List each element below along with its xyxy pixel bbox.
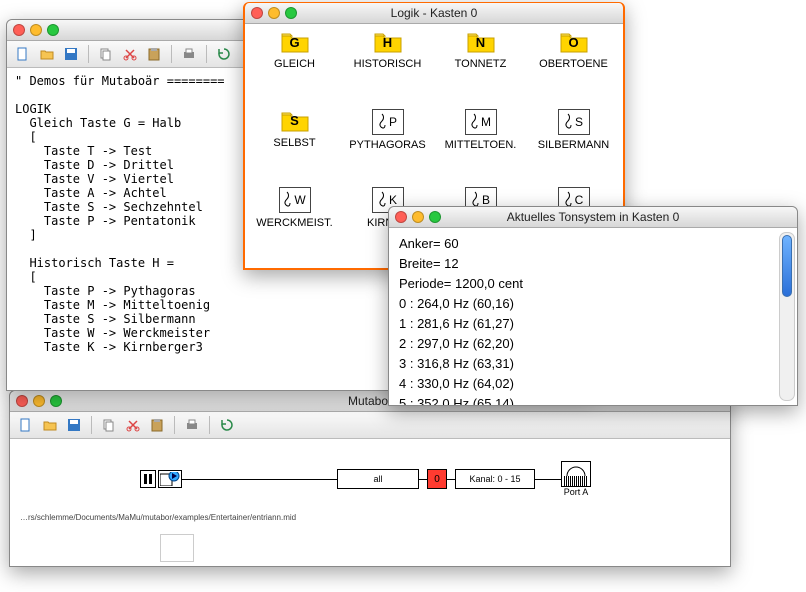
new-file-icon[interactable] (13, 44, 33, 64)
logik-item[interactable]: O OBERTOENE (528, 30, 619, 100)
logik-item[interactable]: M MITTELTOEN. (435, 109, 526, 179)
play-file-button[interactable] (158, 470, 182, 488)
zoom-icon[interactable] (285, 7, 297, 19)
minimize-icon[interactable] (268, 7, 280, 19)
toolbar (10, 412, 730, 439)
new-file-icon[interactable] (16, 415, 36, 435)
logik-item-label: TONNETZ (455, 58, 507, 70)
minimize-icon[interactable] (412, 211, 424, 223)
titlebar[interactable]: Aktuelles Tonsystem in Kasten 0 (389, 207, 797, 228)
print-icon[interactable] (182, 415, 202, 435)
tonsystem-line: 1 : 281,6 Hz (61,27) (399, 314, 787, 334)
empty-slot[interactable] (160, 534, 194, 562)
copy-icon[interactable] (96, 44, 116, 64)
logik-item-label: SILBERMANN (538, 139, 610, 151)
cut-icon[interactable] (123, 415, 143, 435)
mutabor-window: Mutabor all 0 Kanal: 0 - 15 (9, 390, 731, 567)
logik-item[interactable]: G GLEICH (249, 30, 340, 100)
logik-item-label: MITTELTOEN. (445, 139, 517, 151)
refresh-icon[interactable] (214, 44, 234, 64)
routing-diagram: all 0 Kanal: 0 - 15 Port A (10, 439, 730, 513)
folder-icon[interactable]: H (373, 30, 403, 54)
zoom-icon[interactable] (50, 395, 62, 407)
close-icon[interactable] (16, 395, 28, 407)
logik-item[interactable]: H HISTORISCH (342, 30, 433, 100)
tonsystem-line: 2 : 297,0 Hz (62,20) (399, 334, 787, 354)
folder-icon[interactable]: N (466, 30, 496, 54)
zoom-icon[interactable] (47, 24, 59, 36)
save-icon[interactable] (64, 415, 84, 435)
close-icon[interactable] (395, 211, 407, 223)
logik-item[interactable]: W WERCKMEIST. (249, 187, 340, 257)
open-folder-icon[interactable] (37, 44, 57, 64)
channel-node[interactable]: Kanal: 0 - 15 (455, 469, 535, 489)
filter-all-node[interactable]: all (337, 469, 419, 489)
tuning-icon[interactable]: S (558, 109, 590, 135)
folder-icon[interactable]: G (280, 30, 310, 54)
logik-item-label: GLEICH (274, 58, 315, 70)
tonsystem-line: Breite= 12 (399, 254, 787, 274)
folder-icon[interactable]: S (280, 109, 310, 133)
tonsystem-line: 4 : 330,0 Hz (64,02) (399, 374, 787, 394)
save-icon[interactable] (61, 44, 81, 64)
file-path-label: …rs/schlemme/Documents/MaMu/mutabor/exam… (10, 513, 730, 522)
copy-icon[interactable] (99, 415, 119, 435)
tonsystem-window: Aktuelles Tonsystem in Kasten 0 Anker= 6… (388, 206, 798, 406)
logik-item[interactable]: N TONNETZ (435, 30, 526, 100)
close-icon[interactable] (13, 24, 25, 36)
scrollbar[interactable] (779, 232, 795, 401)
logik-item-label: SELBST (273, 137, 315, 149)
refresh-icon[interactable] (217, 415, 237, 435)
midi-port-icon[interactable] (561, 461, 591, 487)
tonsystem-line: Periode= 1200,0 cent (399, 274, 787, 294)
open-folder-icon[interactable] (40, 415, 60, 435)
tonsystem-line: 0 : 264,0 Hz (60,16) (399, 294, 787, 314)
logik-item[interactable]: S SELBST (249, 109, 340, 179)
logik-item[interactable]: P PYTHAGORAS (342, 109, 433, 179)
paste-icon[interactable] (147, 415, 167, 435)
close-icon[interactable] (251, 7, 263, 19)
traffic-lights (13, 24, 59, 36)
zoom-icon[interactable] (429, 211, 441, 223)
cut-icon[interactable] (120, 44, 140, 64)
minimize-icon[interactable] (33, 395, 45, 407)
tuning-icon[interactable]: M (465, 109, 497, 135)
port-label: Port A (564, 487, 589, 497)
logik-item-label: WERCKMEIST. (256, 217, 332, 229)
tonsystem-body: Anker= 60Breite= 12Periode= 1200,0 cent … (389, 228, 797, 405)
scroll-thumb[interactable] (782, 235, 792, 297)
tonsystem-line: 3 : 316,8 Hz (63,31) (399, 354, 787, 374)
pause-button[interactable] (140, 470, 156, 488)
minimize-icon[interactable] (30, 24, 42, 36)
tuning-icon[interactable]: W (279, 187, 311, 213)
print-icon[interactable] (179, 44, 199, 64)
tonsystem-line: Anker= 60 (399, 234, 787, 254)
window-title: Logik - Kasten 0 (245, 6, 623, 20)
paste-icon[interactable] (144, 44, 164, 64)
logik-item-label: HISTORISCH (354, 58, 422, 70)
logik-item-label: OBERTOENE (539, 58, 608, 70)
tonsystem-line: 5 : 352,0 Hz (65,14) (399, 394, 787, 405)
window-title: Aktuelles Tonsystem in Kasten 0 (389, 210, 797, 224)
titlebar[interactable]: Logik - Kasten 0 (245, 3, 623, 24)
tuning-icon[interactable]: P (372, 109, 404, 135)
folder-icon[interactable]: O (559, 30, 589, 54)
logik-item-label: PYTHAGORAS (349, 139, 425, 151)
box-node[interactable]: 0 (427, 469, 447, 489)
logik-item[interactable]: S SILBERMANN (528, 109, 619, 179)
